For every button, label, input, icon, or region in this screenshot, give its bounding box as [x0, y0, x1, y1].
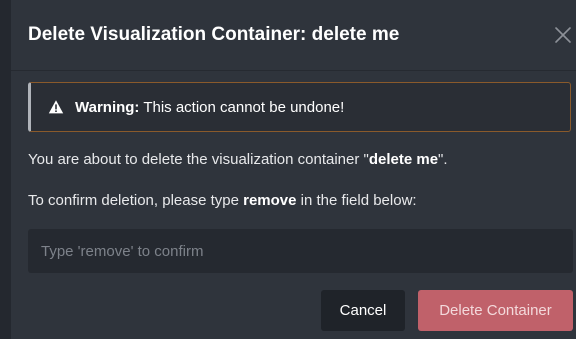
confirm-keyword: remove	[243, 192, 297, 209]
confirm-prefix: To confirm deletion, please type	[28, 192, 244, 209]
container-name: delete me	[368, 151, 439, 168]
cancel-button[interactable]: Cancel	[321, 290, 405, 331]
warning-alert: Warning: This action cannot be undone!	[28, 82, 571, 132]
delete-intro-text: You are about to delete the visualizatio…	[28, 151, 448, 168]
warning-message: This action cannot be undone!	[139, 99, 345, 116]
intro-prefix: You are about to delete the visualizatio…	[28, 151, 369, 168]
delete-container-button[interactable]: Delete Container	[418, 290, 573, 331]
warning-triangle-icon	[48, 100, 64, 114]
warning-label: Warning:	[75, 99, 140, 116]
dialog-header: Delete Visualization Container: delete m…	[11, 0, 576, 70]
confirm-instruction-text: To confirm deletion, please type remove …	[28, 192, 417, 209]
close-icon	[555, 27, 571, 43]
confirm-suffix: in the field below:	[296, 192, 417, 209]
confirm-input[interactable]	[28, 229, 573, 273]
dialog-title: Delete Visualization Container: delete m…	[28, 24, 400, 45]
close-button[interactable]	[553, 24, 573, 46]
header-divider	[11, 70, 576, 71]
delete-container-dialog: Delete Visualization Container: delete m…	[11, 0, 576, 339]
warning-text: Warning: This action cannot be undone!	[75, 99, 344, 116]
intro-suffix: ".	[438, 151, 448, 168]
